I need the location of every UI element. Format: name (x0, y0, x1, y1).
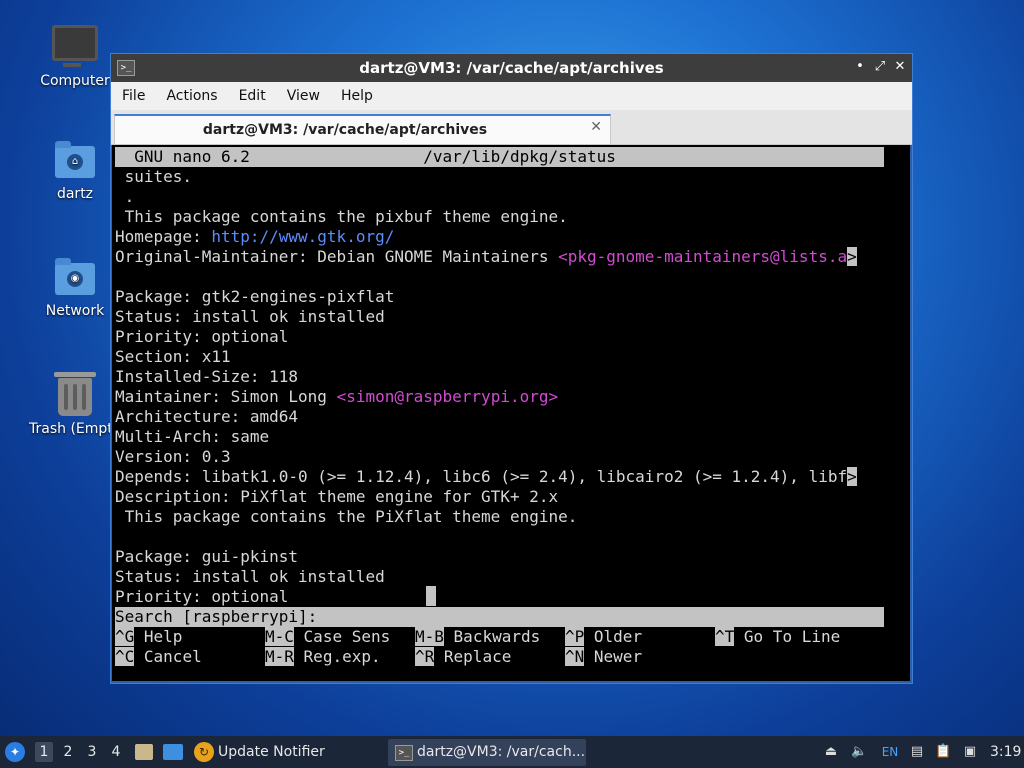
text-line: . (115, 187, 135, 206)
task-label: dartz@VM3: /var/cach... (417, 744, 586, 760)
text-line: Package: gui-pkinst (115, 547, 299, 566)
text-line: Depends: libatk1.0-0 (>= 1.12.4), libc6 … (115, 467, 857, 486)
text-line: Multi-Arch: same (115, 427, 270, 446)
text-line: Package: gtk2-engines-pixflat (115, 287, 395, 306)
terminal-content[interactable]: GNU nano 6.2 /var/lib/dpkg/status suites… (112, 145, 910, 681)
text-line: Status: install ok installed (115, 307, 385, 326)
language-indicator[interactable]: EN (879, 744, 901, 760)
desktop-icon-computer[interactable]: Computer (27, 25, 123, 89)
terminal-window: >_ dartz@VM3: /var/cache/apt/archives • … (110, 53, 913, 684)
nano-version: GNU nano 6.2 (134, 147, 250, 166)
text-line: Original-Maintainer: Debian GNOME Mainta… (115, 247, 857, 266)
shortcut-cancel[interactable]: ^C Cancel (115, 647, 202, 667)
text-line: Priority: optional (115, 587, 289, 606)
home-folder-icon: ⌂ (55, 141, 95, 178)
taskbar: ✦ 1 2 3 4 ↻ Update Notifier >_ dartz@VM3… (0, 736, 1024, 768)
desktop-icon-label: Network (45, 303, 105, 319)
menu-file[interactable]: File (111, 82, 155, 104)
shortcut-go-to-line[interactable]: ^T Go To Line (715, 627, 840, 647)
text-line: Homepage: http://www.gtk.org/ (115, 227, 395, 246)
file-manager-icon[interactable] (135, 744, 153, 760)
menu-bar: File Actions Edit View Help (111, 82, 912, 110)
terminal-icon: >_ (395, 745, 413, 761)
shortcut-case-sens[interactable]: M-C Case Sens (265, 627, 390, 647)
menu-edit[interactable]: Edit (228, 82, 276, 104)
window-titlebar[interactable]: >_ dartz@VM3: /var/cache/apt/archives • … (111, 54, 912, 82)
update-notifier-label[interactable]: Update Notifier (218, 736, 325, 768)
notes-icon[interactable]: ▤ (909, 744, 925, 760)
workspace-4[interactable]: 4 (107, 742, 125, 762)
tab-close-icon[interactable]: ✕ (590, 119, 602, 135)
tab-terminal[interactable]: dartz@VM3: /var/cache/apt/archives ✕ (114, 114, 611, 144)
overflow-marker: > (847, 247, 857, 266)
menu-actions[interactable]: Actions (155, 82, 227, 104)
clipboard-icon[interactable]: 📋 (935, 744, 951, 760)
nano-header: GNU nano 6.2 /var/lib/dpkg/status (115, 147, 884, 167)
minimize-button[interactable]: • (852, 59, 868, 75)
shortcut-backwards[interactable]: M-B Backwards (415, 627, 540, 647)
trash-icon (54, 372, 96, 416)
desktop-icon-dartz[interactable]: ⌂ dartz (27, 141, 123, 202)
show-desktop-icon[interactable] (163, 744, 183, 760)
text-line: Status: install ok installed (115, 567, 385, 586)
text-cursor (426, 586, 436, 606)
update-notifier-icon[interactable]: ↻ (194, 742, 214, 762)
workspace-1[interactable]: 1 (35, 742, 53, 762)
shortcut-regexp[interactable]: M-R Reg.exp. (265, 647, 381, 667)
search-prompt[interactable]: Search [raspberrypi]: (115, 607, 884, 627)
computer-icon (52, 25, 98, 67)
taskbar-task-terminal[interactable]: >_ dartz@VM3: /var/cach... (388, 739, 586, 766)
shortcut-older[interactable]: ^P Older (565, 627, 642, 647)
menu-help[interactable]: Help (330, 82, 383, 104)
shortcut-help[interactable]: ^G Help (115, 627, 182, 647)
clock[interactable]: 3:19 (990, 736, 1021, 768)
text-line: Description: PiXflat theme engine for GT… (115, 487, 559, 506)
start-menu-icon[interactable]: ✦ (5, 742, 25, 762)
text-line: This package contains the pixbuf theme e… (115, 207, 568, 226)
text-line: Architecture: amd64 (115, 407, 299, 426)
menu-view[interactable]: View (276, 82, 330, 104)
workspace-2[interactable]: 2 (59, 742, 77, 762)
text-line: This package contains the PiXflat theme … (115, 507, 578, 526)
email-address: <simon@raspberrypi.org> (336, 387, 559, 406)
text-line: Section: x11 (115, 347, 231, 366)
network-icon[interactable]: ▣ (962, 744, 978, 760)
text-line: Maintainer: Simon Long <simon@raspberryp… (115, 387, 559, 406)
volume-icon[interactable]: 🔈 (851, 744, 867, 760)
desktop-icon-trash[interactable]: Trash (Empt (27, 372, 123, 437)
maximize-button[interactable]: ⤢ (872, 59, 888, 75)
desktop-icon-label: Computer (40, 73, 110, 89)
text-line: suites. (115, 167, 193, 186)
network-folder-icon: ◉ (55, 258, 95, 295)
text-line: Installed-Size: 118 (115, 367, 299, 386)
tab-bar: dartz@VM3: /var/cache/apt/archives ✕ (111, 110, 912, 145)
nano-filename: /var/lib/dpkg/status (423, 147, 616, 166)
close-button[interactable]: ✕ (892, 59, 908, 75)
tab-label: dartz@VM3: /var/cache/apt/archives (202, 122, 488, 138)
email-address: <pkg-gnome-maintainers@lists.a (558, 247, 848, 266)
shortcut-newer[interactable]: ^N Newer (565, 647, 642, 667)
desktop-icon-label: dartz (56, 186, 94, 202)
shortcut-replace[interactable]: ^R Replace (415, 647, 511, 667)
text-line: Priority: optional (115, 327, 289, 346)
text-line: Version: 0.3 (115, 447, 231, 466)
window-title: dartz@VM3: /var/cache/apt/archives (359, 59, 664, 77)
overflow-marker: > (847, 467, 857, 486)
homepage-link[interactable]: http://www.gtk.org/ (211, 227, 394, 246)
desktop-icon-label: Trash (Empt (29, 421, 113, 437)
tray-arrow-icon[interactable]: ⏏ (823, 744, 839, 760)
workspace-3[interactable]: 3 (83, 742, 101, 762)
desktop-icon-network[interactable]: ◉ Network (27, 258, 123, 319)
